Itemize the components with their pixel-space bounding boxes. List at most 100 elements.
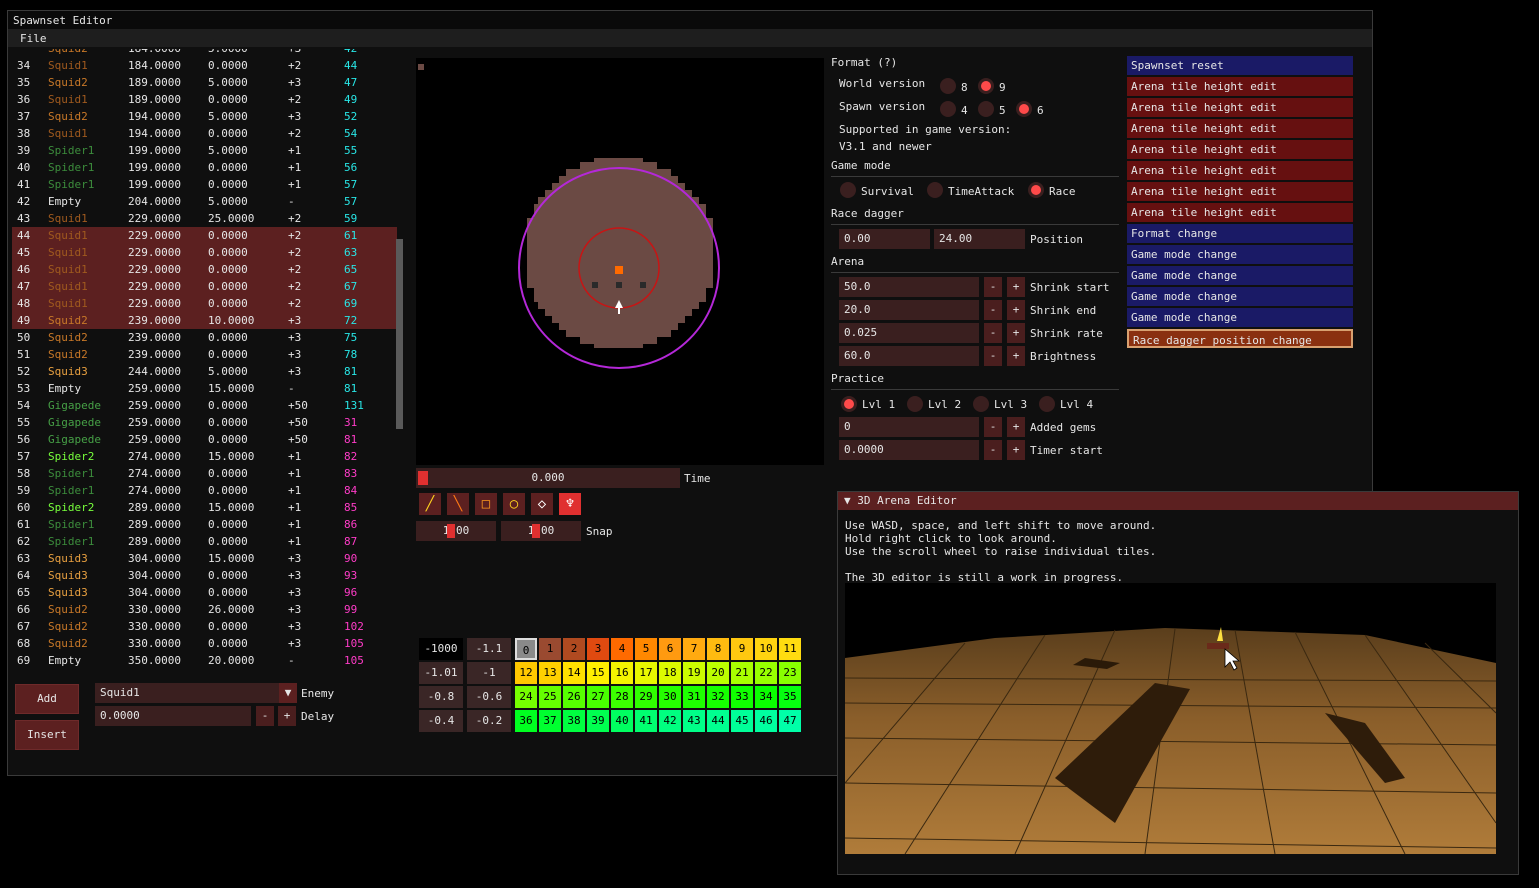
enemy-select[interactable]: Squid1 (95, 683, 280, 703)
height-palette-cell[interactable]: 24 (515, 686, 537, 708)
spawn-row[interactable]: 64 Squid3 304.0000 0.0000 +3 93 (12, 567, 397, 584)
height-palette-cell[interactable]: 33 (731, 686, 753, 708)
lvl2-radio[interactable] (907, 396, 923, 412)
spawn-version-6-radio[interactable] (1016, 101, 1032, 117)
history-item[interactable]: Arena tile height edit (1127, 182, 1353, 201)
spawn-row[interactable]: 52 Squid3 244.0000 5.0000 +3 81 (12, 363, 397, 380)
shrink-start-input[interactable]: 50.0 (839, 277, 979, 297)
height-palette-cell[interactable]: 17 (635, 662, 657, 684)
height-preset-button[interactable]: -1 (467, 662, 511, 684)
spawn-row[interactable]: 63 Squid3 304.0000 15.0000 +3 90 (12, 550, 397, 567)
race-dagger-y-input[interactable]: 24.00 (934, 229, 1025, 249)
spawn-row[interactable]: 34 Squid1 184.0000 0.0000 +2 44 (12, 57, 397, 74)
height-palette-cell[interactable]: 40 (611, 710, 633, 732)
height-palette-cell[interactable]: 31 (683, 686, 705, 708)
height-palette-cell[interactable]: 8 (707, 638, 729, 660)
height-preset-button[interactable]: -1.1 (467, 638, 511, 660)
height-palette-cell[interactable]: 23 (779, 662, 801, 684)
height-palette-cell[interactable]: 6 (659, 638, 681, 660)
history-item[interactable]: Arena tile height edit (1127, 98, 1353, 117)
height-preset-button[interactable]: -0.6 (467, 686, 511, 708)
height-palette-cell[interactable]: 38 (563, 710, 585, 732)
shrink-end-plus-button[interactable]: + (1007, 300, 1025, 320)
shrink-start-minus-button[interactable]: - (984, 277, 1002, 297)
height-palette-cell[interactable]: 1 (539, 638, 561, 660)
height-preset-button[interactable]: -0.4 (419, 710, 463, 732)
add-spawn-button[interactable]: Add (15, 684, 79, 714)
height-palette-cell[interactable]: 28 (611, 686, 633, 708)
arena-3d-viewport[interactable] (844, 583, 1497, 855)
height-palette-cell[interactable]: 14 (563, 662, 585, 684)
spawn-row[interactable]: 56 Gigapede 259.0000 0.0000 +50 81 (12, 431, 397, 448)
added-gems-plus-button[interactable]: + (1007, 417, 1025, 437)
spawn-row[interactable]: 39 Spider1 199.0000 5.0000 +1 55 (12, 142, 397, 159)
height-palette-cell[interactable]: 32 (707, 686, 729, 708)
history-item[interactable]: Arena tile height edit (1127, 140, 1353, 159)
shrink-start-plus-button[interactable]: + (1007, 277, 1025, 297)
snap-x-input[interactable]: 1.00 (416, 521, 496, 541)
arena-view[interactable] (416, 58, 824, 465)
height-palette-cell[interactable]: 10 (755, 638, 777, 660)
spawn-row[interactable]: 37 Squid2 194.0000 5.0000 +3 52 (12, 108, 397, 125)
history-item[interactable]: Game mode change (1127, 266, 1353, 285)
snap-y-input[interactable]: 1.00 (501, 521, 581, 541)
race-radio[interactable] (1028, 182, 1044, 198)
height-palette-cell[interactable]: 0 (515, 638, 537, 660)
spawn-row[interactable]: 58 Spider1 274.0000 0.0000 +1 83 (12, 465, 397, 482)
menu-file[interactable]: File (20, 32, 47, 45)
height-palette-cell[interactable]: 4 (611, 638, 633, 660)
history-item[interactable]: Format change (1127, 224, 1353, 243)
timer-start-input[interactable]: 0.0000 (839, 440, 979, 460)
spawn-row[interactable]: 35 Squid2 189.0000 5.0000 +3 47 (12, 74, 397, 91)
chevron-down-icon[interactable]: ▼ (279, 683, 297, 703)
delay-plus-button[interactable]: + (278, 706, 296, 726)
spawn-list-scrollbar[interactable] (396, 239, 403, 429)
arena-3d-editor-titlebar[interactable]: ▼ 3D Arena Editor (838, 492, 1518, 510)
lvl3-radio[interactable] (973, 396, 989, 412)
spawn-row[interactable]: 45 Squid1 229.0000 0.0000 +2 63 (12, 244, 397, 261)
height-palette-cell[interactable]: 20 (707, 662, 729, 684)
history-item[interactable]: Spawnset reset (1127, 56, 1353, 75)
height-preset-button[interactable]: -1.01 (419, 662, 463, 684)
added-gems-minus-button[interactable]: - (984, 417, 1002, 437)
timer-start-plus-button[interactable]: + (1007, 440, 1025, 460)
height-palette-cell[interactable]: 3 (587, 638, 609, 660)
spawn-row[interactable]: 55 Gigapede 259.0000 0.0000 +50 31 (12, 414, 397, 431)
race-dagger-x-input[interactable]: 0.00 (839, 229, 930, 249)
height-palette-cell[interactable]: 5 (635, 638, 657, 660)
height-palette-cell[interactable]: 15 (587, 662, 609, 684)
spawn-version-4-radio[interactable] (940, 101, 956, 117)
height-palette-cell[interactable]: 45 (731, 710, 753, 732)
insert-spawn-button[interactable]: Insert (15, 720, 79, 750)
spawn-row[interactable]: 67 Squid2 330.0000 0.0000 +3 102 (12, 618, 397, 635)
spawn-row[interactable]: 47 Squid1 229.0000 0.0000 +2 67 (12, 278, 397, 295)
height-preset-button[interactable]: -0.2 (467, 710, 511, 732)
spawn-row[interactable]: 54 Gigapede 259.0000 0.0000 +50 131 (12, 397, 397, 414)
shrink-rate-plus-button[interactable]: + (1007, 323, 1025, 343)
shrink-end-input[interactable]: 20.0 (839, 300, 979, 320)
spawn-row[interactable]: 61 Spider1 289.0000 0.0000 +1 86 (12, 516, 397, 533)
brightness-input[interactable]: 60.0 (839, 346, 979, 366)
height-palette-cell[interactable]: 9 (731, 638, 753, 660)
ellipse-tool-icon[interactable]: ○ (503, 493, 525, 515)
height-palette-cell[interactable]: 18 (659, 662, 681, 684)
height-palette-cell[interactable]: 7 (683, 638, 705, 660)
added-gems-input[interactable]: 0 (839, 417, 979, 437)
snap-x-handle[interactable] (447, 524, 455, 538)
rectangle-tool-icon[interactable]: □ (475, 493, 497, 515)
height-palette-cell[interactable]: 34 (755, 686, 777, 708)
height-palette-cell[interactable]: 44 (707, 710, 729, 732)
height-palette-cell[interactable]: 2 (563, 638, 585, 660)
height-palette-cell[interactable]: 11 (779, 638, 801, 660)
height-palette-cell[interactable]: 37 (539, 710, 561, 732)
history-item[interactable]: Race dagger position change (1127, 329, 1353, 348)
height-palette-cell[interactable]: 13 (539, 662, 561, 684)
height-palette-cell[interactable]: 22 (755, 662, 777, 684)
history-item[interactable]: Arena tile height edit (1127, 161, 1353, 180)
height-palette-cell[interactable]: 42 (659, 710, 681, 732)
spawn-row[interactable]: 50 Squid2 239.0000 0.0000 +3 75 (12, 329, 397, 346)
arena-3d-scene[interactable] (844, 583, 1497, 855)
arena-map[interactable] (416, 58, 824, 465)
height-palette-cell[interactable]: 25 (539, 686, 561, 708)
spawn-row[interactable]: 40 Spider1 199.0000 0.0000 +1 56 (12, 159, 397, 176)
